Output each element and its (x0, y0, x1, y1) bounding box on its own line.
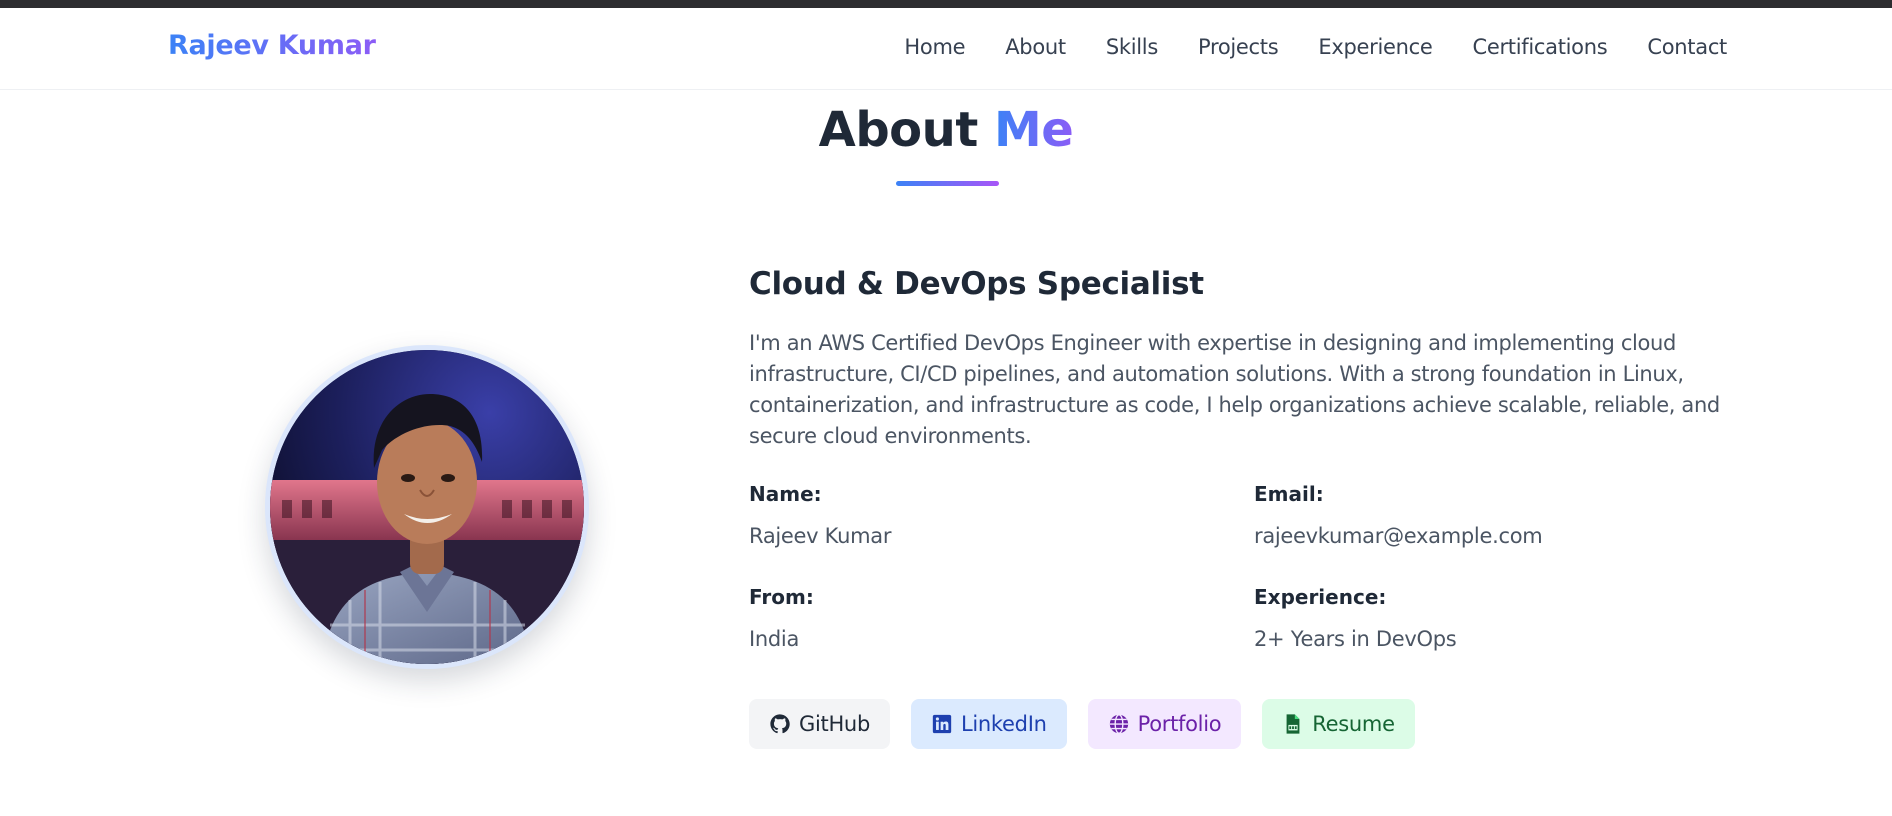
github-icon (769, 713, 791, 735)
github-button[interactable]: GitHub (749, 699, 890, 749)
nav-projects[interactable]: Projects (1198, 35, 1279, 59)
brand-logo[interactable]: Rajeev Kumar (168, 30, 376, 61)
about-bio: I'm an AWS Certified DevOps Engineer wit… (749, 331, 1720, 448)
section-title: About Me (0, 102, 1892, 158)
nav-certifications[interactable]: Certifications (1472, 35, 1607, 59)
pdf-file-icon (1282, 713, 1304, 735)
resume-label: Resume (1312, 712, 1395, 736)
section-title-main: About (818, 102, 979, 158)
from-value: India (749, 627, 800, 651)
portfolio-button[interactable]: Portfolio (1087, 699, 1242, 749)
nav-about[interactable]: About (1005, 35, 1066, 59)
nav-experience[interactable]: Experience (1318, 35, 1432, 59)
about-subtitle: Cloud & DevOps Specialist (749, 266, 1204, 302)
nav-contact[interactable]: Contact (1647, 35, 1727, 59)
email-label: Email: (1254, 482, 1324, 506)
nav-menu: Home About Skills Projects Experience Ce… (864, 35, 1727, 59)
linkedin-button[interactable]: LinkedIn (910, 699, 1067, 749)
globe-icon (1108, 713, 1130, 735)
profile-photo (265, 345, 589, 669)
github-label: GitHub (799, 712, 870, 736)
from-label: From: (749, 585, 814, 609)
portfolio-label: Portfolio (1137, 712, 1222, 736)
linkedin-label: LinkedIn (960, 712, 1047, 736)
section-title-accent: Me (994, 102, 1074, 158)
nav-skills[interactable]: Skills (1106, 35, 1158, 59)
social-links: GitHub LinkedIn Portfolio Resume (749, 699, 1436, 749)
navbar: Rajeev Kumar Home About Skills Projects … (0, 8, 1892, 90)
linkedin-icon (931, 713, 953, 735)
name-label: Name: (749, 482, 822, 506)
nav-home[interactable]: Home (904, 35, 965, 59)
title-underline (896, 181, 999, 186)
resume-button[interactable]: Resume (1262, 699, 1415, 749)
email-value[interactable]: rajeevkumar@example.com (1254, 524, 1543, 548)
experience-label: Experience: (1254, 585, 1387, 609)
experience-value: 2+ Years in DevOps (1254, 627, 1457, 651)
browser-top-strip (0, 0, 1892, 8)
name-value: Rajeev Kumar (749, 524, 892, 548)
